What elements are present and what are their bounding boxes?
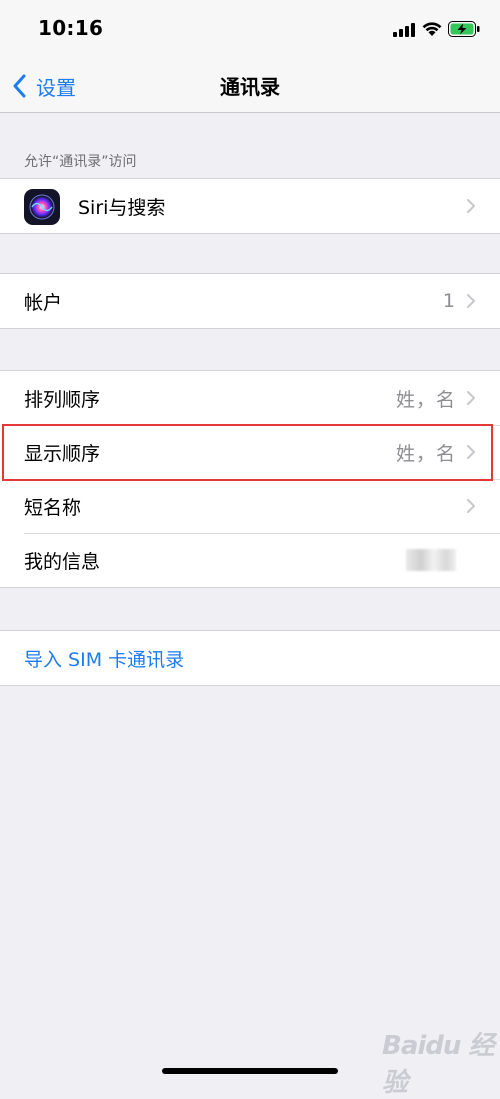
section-header: 允许“通讯录”访问 [24, 154, 137, 170]
siri-app-icon [24, 189, 60, 225]
chevron-right-icon [467, 199, 475, 213]
navigation-bar: 设置 通讯录 [0, 60, 500, 113]
siri-search-row[interactable]: Siri与搜索 [0, 179, 500, 233]
accounts-label: 帐户 [24, 291, 63, 314]
page-title: 通讯录 [220, 75, 280, 99]
siri-search-label: Siri与搜索 [78, 196, 166, 219]
siri-group: Siri与搜索 [0, 178, 500, 234]
display-settings-group: 排列顺序 姓，名 显示顺序 姓，名 短名称 我的信息 [0, 370, 500, 588]
blurred-contact-name [406, 549, 456, 571]
battery-charging-icon [448, 21, 480, 37]
sort-order-value: 姓，名 [395, 388, 456, 411]
status-time: 10:16 [38, 16, 104, 40]
short-name-label: 短名称 [24, 496, 82, 519]
import-sim-contacts-row[interactable]: 导入 SIM 卡通讯录 [0, 631, 500, 685]
home-indicator[interactable] [162, 1068, 338, 1074]
chevron-right-icon [467, 445, 475, 459]
chevron-right-icon [467, 391, 475, 405]
chevron-right-icon [467, 499, 475, 513]
accounts-row[interactable]: 帐户 1 [0, 274, 500, 328]
sort-order-row[interactable]: 排列顺序 姓，名 [0, 371, 500, 425]
watermark-logo: Baidu 经验 [382, 1031, 494, 1098]
sort-order-label: 排列顺序 [24, 388, 101, 411]
wifi-icon [422, 22, 442, 36]
cellular-signal-icon [393, 23, 415, 37]
short-name-row[interactable]: 短名称 [0, 479, 500, 533]
import-group: 导入 SIM 卡通讯录 [0, 630, 500, 686]
import-sim-contacts-link[interactable]: 导入 SIM 卡通讯录 [24, 645, 184, 672]
status-bar: 10:16 [0, 0, 500, 60]
accounts-group: 帐户 1 [0, 273, 500, 329]
display-order-label: 显示顺序 [24, 442, 101, 465]
my-info-row[interactable]: 我的信息 [0, 533, 500, 587]
accounts-count: 1 [442, 290, 456, 312]
my-info-label: 我的信息 [24, 550, 101, 573]
chevron-right-icon [467, 294, 475, 308]
display-order-value: 姓，名 [395, 442, 456, 465]
display-order-row[interactable]: 显示顺序 姓，名 [0, 425, 500, 479]
